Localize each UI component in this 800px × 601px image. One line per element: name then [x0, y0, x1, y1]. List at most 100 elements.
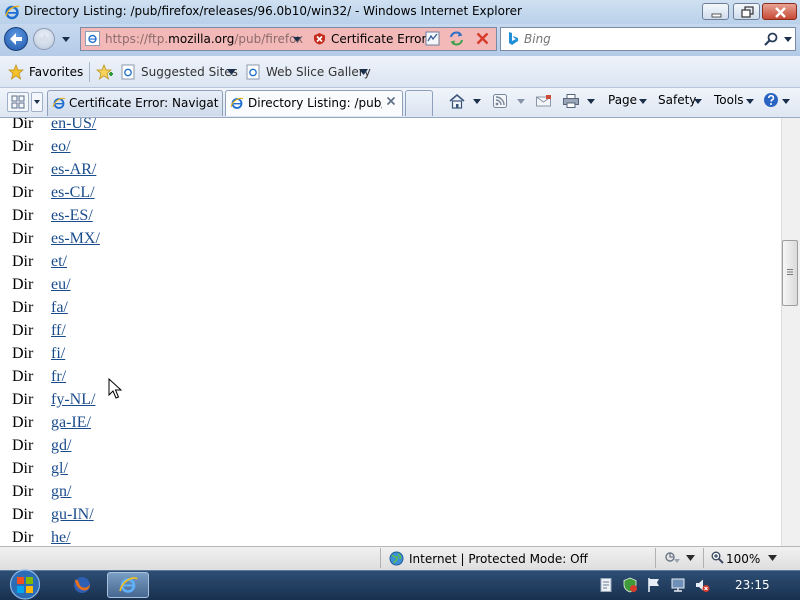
tab-list-button[interactable] — [31, 92, 43, 112]
directory-link[interactable]: gu-IN/ — [51, 506, 94, 524]
recent-pages-dropdown[interactable] — [60, 34, 72, 44]
directory-link[interactable]: gd/ — [51, 437, 71, 455]
tools-dropdown-icon[interactable] — [745, 93, 755, 109]
help-icon[interactable] — [763, 92, 779, 108]
directory-link[interactable]: fr/ — [51, 368, 66, 386]
print-dropdown-icon[interactable] — [586, 93, 596, 109]
favorites-button[interactable]: Favorites — [29, 65, 83, 79]
zoom-icon[interactable] — [711, 551, 724, 564]
status-divider — [655, 548, 656, 568]
close-tab-icon[interactable] — [385, 95, 397, 107]
help-dropdown-icon[interactable] — [781, 93, 791, 109]
read-mail-icon[interactable] — [535, 93, 552, 109]
entry-type: Dir — [12, 276, 34, 293]
url-host: mozilla.org — [168, 32, 235, 46]
certificate-error-label[interactable]: Certificate Error — [331, 32, 426, 46]
suggested-sites-button[interactable]: Suggested Sites — [141, 65, 238, 79]
entry-type: Dir — [12, 414, 34, 431]
start-button[interactable] — [7, 569, 43, 600]
suggested-sites-dropdown-icon[interactable] — [227, 69, 236, 75]
privacy-report-icon[interactable] — [664, 551, 682, 565]
directory-link[interactable]: ga-IE/ — [51, 414, 91, 432]
directory-link[interactable]: ff/ — [51, 322, 66, 340]
back-button[interactable] — [4, 27, 28, 51]
safety-menu[interactable]: Safety — [658, 93, 696, 107]
compatibility-view-icon[interactable] — [424, 30, 441, 47]
page-dropdown-icon[interactable] — [638, 93, 648, 109]
directory-link[interactable]: es-AR/ — [51, 161, 96, 179]
tools-menu[interactable]: Tools — [714, 93, 744, 107]
suggested-sites-icon — [121, 64, 135, 80]
list-item: Dir fr/ — [0, 368, 700, 391]
list-item: Dir es-ES/ — [0, 207, 700, 230]
forward-button[interactable] — [33, 28, 55, 50]
vertical-scrollbar[interactable] — [781, 118, 800, 546]
ie-page-icon — [85, 31, 100, 46]
directory-link[interactable]: eo/ — [51, 138, 71, 156]
search-dropdown-icon[interactable] — [783, 35, 793, 43]
address-url[interactable]: https://ftp.mozilla.org/pub/firefox — [105, 32, 303, 46]
forward-arrow-icon — [38, 33, 49, 45]
restore-button[interactable] — [733, 3, 760, 20]
restore-icon — [741, 6, 754, 18]
safety-dropdown-icon[interactable] — [693, 93, 703, 109]
network-icon[interactable] — [670, 577, 686, 593]
stop-icon[interactable] — [474, 30, 491, 47]
list-item: Dir fy-NL/ — [0, 391, 700, 414]
feeds-dropdown-icon[interactable] — [516, 93, 526, 109]
directory-link[interactable]: he/ — [51, 529, 71, 546]
page-menu[interactable]: Page — [608, 93, 637, 107]
volume-muted-icon[interactable] — [694, 577, 710, 593]
entry-type: Dir — [12, 138, 34, 155]
feeds-icon[interactable] — [492, 93, 508, 109]
directory-link[interactable]: fi/ — [51, 345, 65, 363]
directory-link[interactable]: fa/ — [51, 299, 68, 317]
entry-type: Dir — [12, 483, 34, 500]
zoom-dropdown-icon[interactable] — [768, 555, 777, 561]
action-center-icon[interactable] — [598, 577, 614, 593]
security-zone-label[interactable]: Internet | Protected Mode: Off — [409, 552, 588, 566]
minimize-button[interactable] — [702, 3, 729, 20]
search-icon[interactable] — [763, 31, 779, 47]
zoom-level[interactable]: 100% — [726, 552, 760, 566]
new-tab-button[interactable] — [405, 90, 433, 116]
quick-tabs-icon — [11, 95, 25, 109]
home-dropdown-icon[interactable] — [472, 93, 482, 109]
ie-taskbar-icon — [119, 577, 138, 593]
web-slice-gallery-button[interactable]: Web Slice Gallery — [266, 65, 371, 79]
close-window-button[interactable] — [762, 3, 797, 20]
list-item: Dir en-US/ — [0, 118, 700, 138]
entry-type: Dir — [12, 391, 34, 408]
taskbar-internet-explorer[interactable] — [107, 572, 149, 598]
directory-link[interactable]: eu/ — [51, 276, 71, 294]
entry-type: Dir — [12, 184, 34, 201]
firefox-icon — [74, 577, 90, 593]
refresh-icon[interactable] — [448, 30, 465, 47]
address-dropdown-icon[interactable] — [292, 35, 302, 43]
web-slice-gallery-dropdown-icon[interactable] — [359, 69, 368, 75]
favorites-separator — [89, 62, 90, 82]
print-icon[interactable] — [562, 93, 580, 109]
add-to-favorites-icon[interactable] — [96, 63, 114, 81]
entry-type: Dir — [12, 230, 34, 247]
certificate-error-icon[interactable] — [313, 32, 326, 45]
taskbar-firefox[interactable] — [62, 572, 102, 598]
home-icon[interactable] — [448, 93, 466, 109]
quick-tabs-button[interactable] — [7, 92, 29, 112]
security-shield-icon[interactable] — [622, 577, 638, 593]
directory-link[interactable]: et/ — [51, 253, 67, 271]
flag-icon[interactable] — [646, 577, 662, 593]
directory-link[interactable]: gl/ — [51, 460, 68, 478]
directory-link[interactable]: gn/ — [51, 483, 71, 501]
internet-zone-globe-icon — [389, 551, 404, 566]
directory-link[interactable]: es-MX/ — [51, 230, 100, 248]
search-input[interactable] — [524, 29, 754, 48]
directory-link[interactable]: en-US/ — [51, 118, 96, 133]
directory-link[interactable]: es-ES/ — [51, 207, 93, 225]
directory-link[interactable]: fy-NL/ — [51, 391, 95, 409]
directory-link[interactable]: es-CL/ — [51, 184, 95, 202]
list-item: Dir es-AR/ — [0, 161, 700, 184]
privacy-dropdown-icon[interactable] — [686, 555, 695, 561]
status-divider — [380, 548, 381, 568]
taskbar-clock[interactable]: 23:15 — [735, 578, 770, 592]
